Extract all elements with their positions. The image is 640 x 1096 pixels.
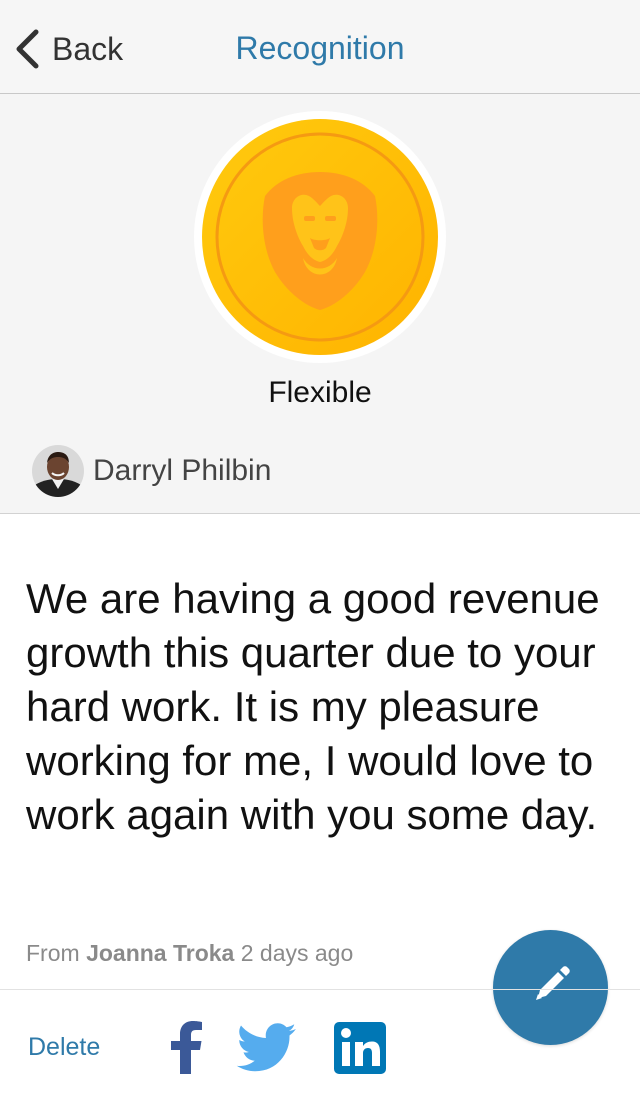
timestamp: 2 days ago <box>240 940 354 966</box>
facebook-icon <box>168 1020 204 1074</box>
page-title: Recognition <box>235 30 405 66</box>
author-name[interactable]: Joanna Troka <box>86 940 234 966</box>
badge-label: Flexible <box>268 376 372 409</box>
recognition-badge <box>193 110 447 364</box>
avatar <box>32 445 84 497</box>
sender-name: Darryl Philbin <box>93 454 272 487</box>
action-bar: Delete <box>0 989 640 1096</box>
twitter-icon <box>236 1023 298 1073</box>
message-meta: From Joanna Troka 2 days ago <box>26 940 353 967</box>
linkedin-share-button[interactable] <box>334 1022 386 1074</box>
badge-section: Flexible Darryl Philbin <box>0 94 640 514</box>
sender-profile[interactable]: Darryl Philbin <box>32 444 271 498</box>
linkedin-icon <box>334 1022 386 1074</box>
facebook-share-button[interactable] <box>168 1020 204 1074</box>
navigation-bar: Back Recognition <box>0 0 640 94</box>
twitter-share-button[interactable] <box>236 1023 298 1073</box>
delete-button[interactable]: Delete <box>28 1033 100 1062</box>
from-prefix: From <box>26 940 80 966</box>
recognition-message: We are having a good revenue growth this… <box>26 575 600 838</box>
